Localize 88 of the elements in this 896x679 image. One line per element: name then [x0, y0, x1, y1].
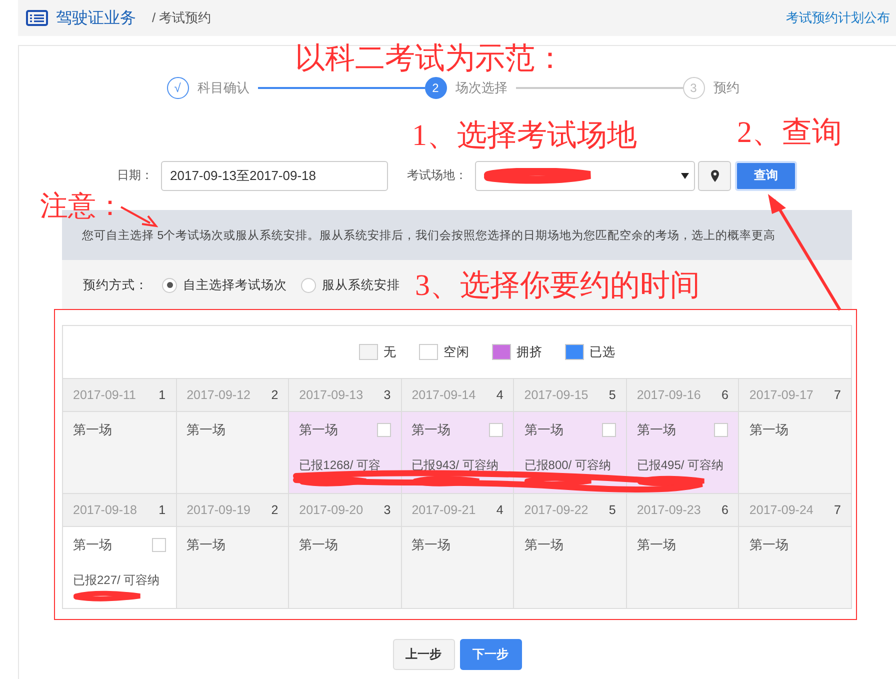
date-label: 2017-09-15 — [524, 388, 588, 402]
session-checkbox[interactable] — [714, 423, 728, 437]
annotation-arrow — [120, 205, 158, 229]
redaction-scribble — [73, 590, 143, 602]
session-label: 第一场 — [412, 536, 451, 554]
previous-step-button[interactable]: 上一步 — [392, 639, 454, 670]
weekday-number: 6 — [721, 388, 728, 402]
next-step-button[interactable]: 下一步 — [460, 639, 522, 670]
date-label: 2017-09-13 — [299, 388, 364, 402]
weekday-number: 1 — [158, 503, 166, 517]
weekday-number: 5 — [608, 388, 616, 402]
date-label: 2017-09-16 — [636, 388, 701, 402]
quota-text: 已报227/ 可容纳 — [73, 572, 161, 589]
step-label: 预约 — [714, 79, 740, 97]
session-label: 第一场 — [524, 421, 564, 439]
annotation-text: 1、选择考试场地 — [412, 121, 637, 151]
date-label: 2017-09-14 — [412, 388, 476, 402]
session-label: 第一场 — [749, 421, 788, 439]
quota-text: 已报495/ 可容纳 — [636, 457, 725, 474]
weekday-number: 4 — [496, 503, 504, 517]
session-label: 第一场 — [186, 421, 226, 439]
weekday-number: 7 — [834, 503, 841, 517]
date-label: 2017-09-12 — [186, 388, 251, 402]
weekday-number: 1 — [158, 388, 166, 402]
session-label: 第一场 — [636, 536, 676, 554]
date-label: 2017-09-21 — [412, 503, 476, 517]
session-checkbox[interactable] — [152, 538, 166, 552]
session-label: 第一场 — [412, 421, 451, 439]
session-cell[interactable]: 第一场 已报495/ 可容纳 — [626, 412, 738, 493]
annotation-text: 3、选择你要约的时间 — [415, 271, 700, 301]
venue-select[interactable] — [475, 160, 695, 190]
session-checkbox[interactable] — [376, 423, 391, 437]
schedule-link[interactable]: 考试预约计划公布 — [786, 9, 890, 27]
session-checkbox[interactable] — [489, 423, 504, 437]
session-label: 第一场 — [186, 536, 226, 554]
step-label: 科目确认 — [198, 79, 250, 97]
weekday-number: 2 — [271, 503, 278, 517]
map-pin-button[interactable] — [698, 160, 731, 190]
weekday-number: 3 — [384, 388, 391, 402]
date-label: 2017-09-19 — [186, 503, 251, 517]
quota-text: 已报943/ 可容纳 — [412, 457, 500, 474]
legend-label: 已选 — [590, 344, 616, 360]
booking-mode-label: 预约方式： — [83, 276, 148, 294]
breadcrumb-current: / 考试预约 — [152, 9, 212, 27]
session-label: 第一场 — [749, 536, 788, 554]
date-label: 2017-09-20 — [299, 503, 364, 517]
step-number: 3 — [682, 77, 704, 99]
radio-button[interactable] — [301, 278, 316, 292]
caret-icon — [681, 172, 689, 178]
legend-label: 拥挤 — [516, 344, 542, 360]
session-label: 第一场 — [73, 536, 112, 554]
weekday-number: 6 — [721, 503, 728, 517]
radio-label[interactable]: 服从系统安排 — [322, 276, 400, 294]
date-label: 2017-09-24 — [749, 503, 814, 517]
session-label: 第一场 — [524, 536, 564, 554]
quota-text: 已报1268/ 可容 — [299, 457, 382, 474]
date-label: 2017-09-11 — [73, 388, 136, 402]
section-title: 驾驶证业务 — [56, 8, 136, 28]
date-label: 2017-09-17 — [749, 388, 814, 402]
venue-label: 考试场地： — [407, 167, 467, 184]
session-label: 第一场 — [299, 536, 338, 554]
session-label: 第一场 — [636, 421, 676, 439]
weekday-number: 4 — [496, 388, 504, 402]
radio-button[interactable] — [162, 278, 177, 292]
weekday-number: 7 — [834, 388, 841, 402]
date-label: 日期： — [117, 167, 153, 184]
step-number: 2 — [424, 77, 446, 99]
radio-label[interactable]: 自主选择考试场次 — [183, 276, 287, 294]
weekday-number: 2 — [271, 388, 278, 402]
map-pin-icon — [710, 170, 718, 182]
annotation-text: 2、查询 — [737, 118, 842, 148]
search-button[interactable]: 查询 — [735, 160, 797, 190]
step-number: √ — [166, 77, 188, 99]
annotation-text: 以科二考试为示范： — [295, 44, 565, 74]
legend-label: 空闲 — [444, 344, 470, 360]
session-checkbox[interactable] — [602, 423, 616, 437]
date-label: 2017-09-23 — [636, 503, 701, 517]
list-icon — [26, 10, 48, 26]
session-label: 第一场 — [299, 421, 338, 439]
date-range-field[interactable]: 2017-09-13至2017-09-18 — [161, 160, 388, 190]
weekday-number: 5 — [608, 503, 616, 517]
date-label: 2017-09-18 — [73, 503, 137, 517]
date-label: 2017-09-22 — [524, 503, 588, 517]
weekday-number: 3 — [384, 503, 391, 517]
legend-label: 无 — [384, 344, 396, 360]
quota-text: 已报800/ 可容纳 — [524, 457, 612, 474]
step-label: 场次选择 — [456, 79, 508, 97]
session-label: 第一场 — [73, 421, 112, 439]
